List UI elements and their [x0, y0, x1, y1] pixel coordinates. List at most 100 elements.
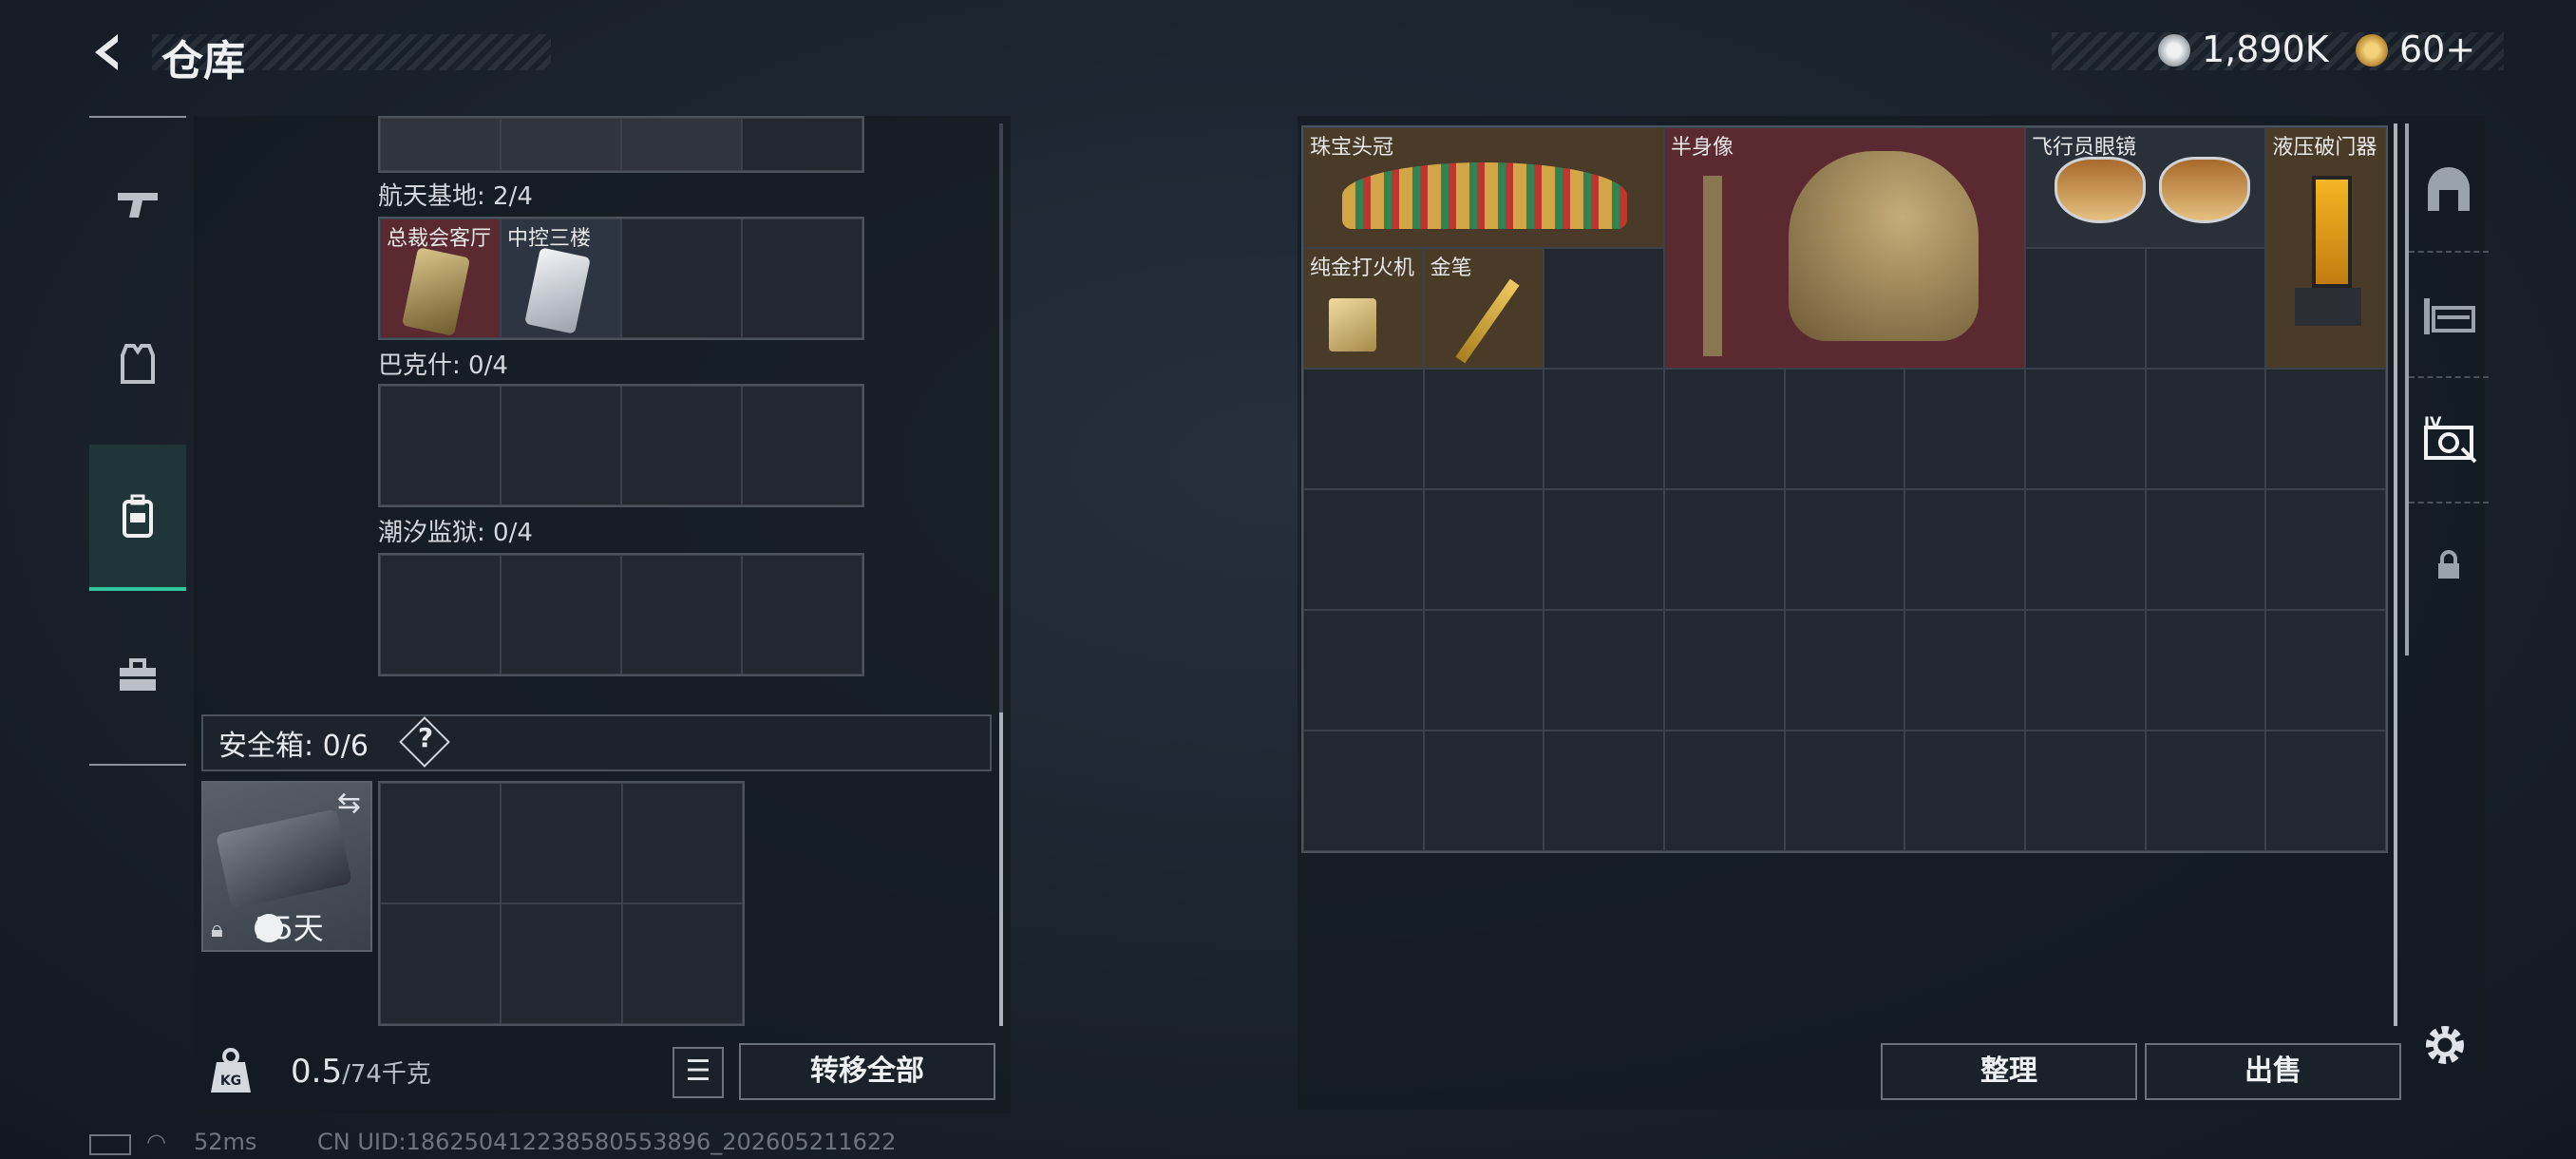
gold-coin-icon	[2356, 34, 2388, 66]
left-scrollbar[interactable]	[999, 124, 1003, 1026]
stash-item-gold-pen[interactable]: 金笔	[1423, 248, 1544, 369]
key-card-item[interactable]: 中控三楼	[501, 218, 621, 338]
stash-slot[interactable]	[2265, 610, 2386, 731]
stash-slot[interactable]	[2024, 248, 2146, 369]
stash-slot[interactable]	[1904, 489, 2025, 610]
stash-slot[interactable]	[1303, 610, 1424, 731]
stash-slot[interactable]	[2145, 369, 2266, 489]
pistol-icon[interactable]	[89, 133, 186, 276]
stash-slot[interactable]	[1544, 610, 1664, 731]
stash-slot[interactable]	[1784, 610, 1905, 731]
shelves-icon[interactable]	[2409, 253, 2489, 378]
stash-item-aviator-glasses[interactable]: 飞行员眼镜	[2024, 127, 2266, 248]
stash-slot[interactable]	[1904, 369, 2025, 489]
help-icon[interactable]: ?	[407, 722, 445, 753]
key-slot[interactable]	[501, 386, 621, 505]
ping-readout: 52ms	[194, 1129, 257, 1155]
stash-slot[interactable]	[2145, 731, 2266, 851]
tier4-collection-icon[interactable]: IV	[2409, 378, 2489, 504]
key-card-item[interactable]: 总裁会客厅	[380, 218, 501, 338]
stash-slot[interactable]	[1784, 731, 1905, 851]
safe-slot[interactable]	[501, 903, 622, 1024]
weight-icon: KG	[203, 1043, 258, 1098]
stash-slot[interactable]	[2265, 489, 2386, 610]
stash-slot[interactable]	[2145, 248, 2266, 369]
stash-slot[interactable]	[2024, 369, 2146, 489]
safe-slot[interactable]	[621, 903, 743, 1024]
pen-image	[1455, 278, 1520, 364]
stash-item-bust[interactable]: 半身像	[1663, 127, 2025, 369]
stash-item-tiara[interactable]: 珠宝头冠	[1303, 127, 1664, 248]
weight-readout: 0.5/74千克	[291, 1053, 431, 1091]
stash-slot[interactable]	[1663, 369, 1785, 489]
stash-slot[interactable]	[1784, 489, 1905, 610]
key-slot[interactable]	[742, 386, 862, 505]
stash-slot[interactable]	[1423, 610, 1544, 731]
white-keycard-image	[524, 247, 591, 334]
safe-slot[interactable]	[501, 783, 622, 903]
key-slot[interactable]	[742, 218, 862, 338]
stash-slot[interactable]	[1423, 731, 1544, 851]
key-slot[interactable]	[742, 118, 862, 171]
stash-grid: 珠宝头冠 半身像 飞行员眼镜 液压破门器 纯金打火机 金笔	[1301, 125, 2388, 853]
stash-slot[interactable]	[2145, 489, 2266, 610]
stash-slot[interactable]	[2024, 489, 2146, 610]
stash-item-gold-lighter[interactable]: 纯金打火机	[1303, 248, 1424, 369]
sell-button[interactable]: 出售	[2145, 1043, 2401, 1100]
stash-slot[interactable]	[1303, 369, 1424, 489]
key-slot[interactable]	[380, 386, 501, 505]
stash-item-hydraulic-breacher[interactable]: 液压破门器	[2265, 127, 2386, 369]
stash-slot[interactable]	[1423, 489, 1544, 610]
stash-slot[interactable]	[2265, 731, 2386, 851]
stash-slot[interactable]	[1544, 369, 1664, 489]
lighter-image	[1329, 298, 1376, 352]
back-arrow-icon[interactable]	[85, 28, 133, 76]
stash-slot[interactable]	[2024, 731, 2146, 851]
stash-slot[interactable]	[1784, 369, 1905, 489]
key-slot[interactable]	[380, 118, 501, 171]
stash-slot[interactable]	[1544, 489, 1664, 610]
case-days-remaining: 35天	[255, 910, 324, 946]
armor-vest-icon[interactable]	[89, 293, 186, 435]
backpack-icon[interactable]	[89, 445, 186, 591]
stash-arch-icon[interactable]	[2409, 127, 2489, 253]
stash-slot[interactable]	[1544, 248, 1664, 369]
bust-plaque-image	[1702, 176, 1722, 356]
stash-slot[interactable]	[1544, 731, 1664, 851]
transfer-all-button[interactable]: 转移全部	[739, 1043, 995, 1100]
stash-slot[interactable]	[1904, 731, 2025, 851]
swap-icon[interactable]: ⇆	[337, 787, 361, 820]
list-view-button[interactable]: ☰	[672, 1047, 724, 1098]
safe-slot[interactable]	[380, 783, 502, 903]
key-slot[interactable]	[621, 118, 742, 171]
key-slot[interactable]	[501, 118, 621, 171]
key-slot[interactable]	[621, 555, 742, 674]
weight-current: 0.5	[291, 1053, 343, 1091]
gear-icon[interactable]	[2418, 1018, 2472, 1084]
safe-slot[interactable]	[380, 903, 502, 1024]
stash-slot[interactable]	[1663, 731, 1785, 851]
stash-slot[interactable]	[2024, 610, 2146, 731]
item-label: 半身像	[1670, 136, 1733, 160]
stash-scrollbar[interactable]	[2394, 124, 2397, 1026]
safe-slot[interactable]	[621, 783, 743, 903]
silver-coin-icon	[2158, 34, 2190, 66]
stash-slot[interactable]	[1663, 489, 1785, 610]
silver-currency-value: 1,890K	[2202, 28, 2329, 70]
lock-icon[interactable]	[2409, 504, 2489, 627]
key-slot[interactable]	[621, 218, 742, 338]
stash-slot[interactable]	[1423, 369, 1544, 489]
case-image	[216, 808, 352, 909]
stash-slot[interactable]	[1303, 731, 1424, 851]
stash-slot[interactable]	[1303, 489, 1424, 610]
stash-slot[interactable]	[2145, 610, 2266, 731]
sort-button[interactable]: 整理	[1881, 1043, 2137, 1100]
stash-slot[interactable]	[2265, 369, 2386, 489]
key-slot[interactable]	[501, 555, 621, 674]
stash-slot[interactable]	[1663, 610, 1785, 731]
key-slot[interactable]	[621, 386, 742, 505]
stash-slot[interactable]	[1904, 610, 2025, 731]
toolbox-icon[interactable]	[89, 604, 186, 747]
key-slot[interactable]	[380, 555, 501, 674]
key-slot[interactable]	[742, 555, 862, 674]
